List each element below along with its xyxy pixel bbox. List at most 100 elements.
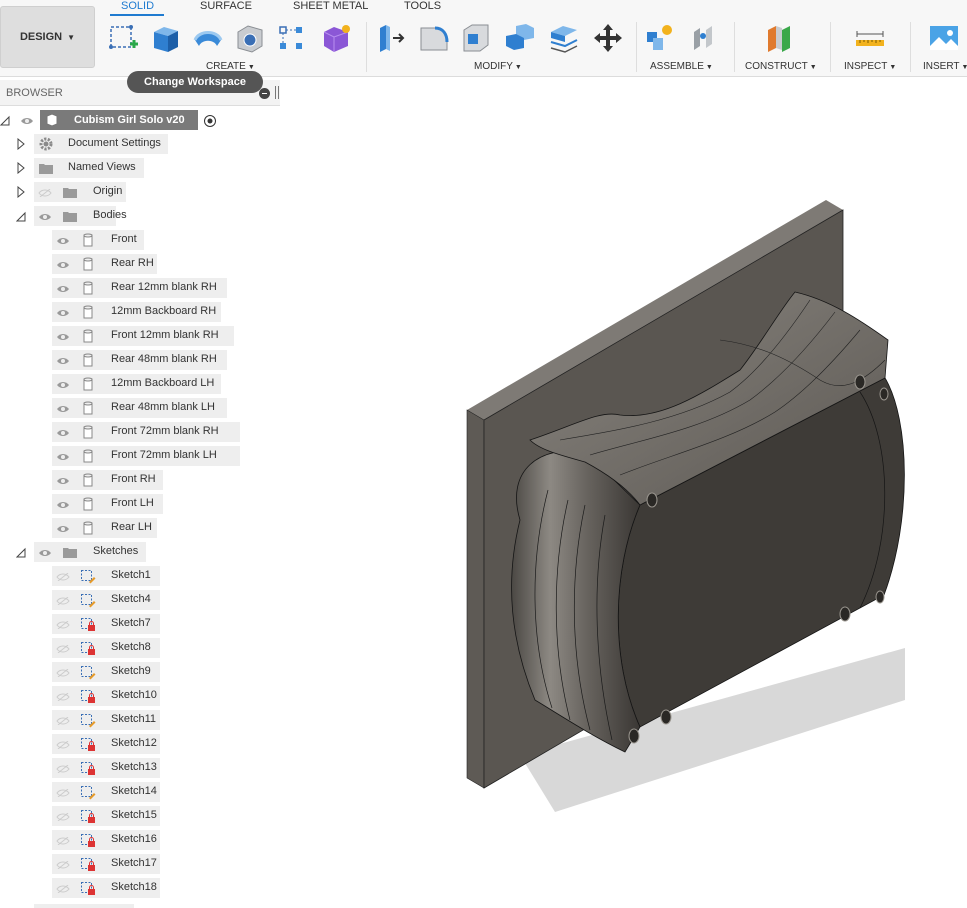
visibility-off-icon[interactable] — [56, 645, 70, 653]
body-name: 12mm Backboard LH — [111, 377, 215, 389]
eye-icon[interactable] — [56, 477, 70, 485]
visibility-off-icon[interactable] — [56, 669, 70, 677]
workspace-switcher-button[interactable]: DESIGN ▼ — [0, 6, 95, 68]
eye-icon[interactable] — [56, 357, 70, 365]
visibility-off-icon[interactable] — [38, 189, 52, 197]
insert-label: INSERT — [923, 61, 960, 72]
divider — [366, 22, 367, 72]
sketch-warning-icon — [81, 642, 95, 655]
sketch-name: Sketch13 — [111, 761, 157, 773]
caret-down-icon: ▼ — [809, 64, 817, 71]
visibility-off-icon[interactable] — [56, 765, 70, 773]
body-name: Front RH — [111, 473, 156, 485]
sketch-warning-icon — [81, 690, 95, 703]
visibility-off-icon[interactable] — [56, 693, 70, 701]
visibility-off-icon[interactable] — [56, 717, 70, 725]
fillet-icon[interactable] — [418, 22, 450, 54]
component-icon — [46, 113, 58, 127]
sketch-icon — [81, 594, 96, 608]
visibility-off-icon[interactable] — [56, 837, 70, 845]
shell-icon[interactable] — [460, 22, 492, 54]
expand-arrow-icon[interactable] — [16, 162, 26, 174]
sketch-warning-icon — [81, 858, 95, 871]
inspect-label: INSPECT — [844, 61, 888, 72]
sketch-name: Sketch15 — [111, 809, 157, 821]
inspect-menu[interactable]: INSPECT ▼ — [844, 61, 896, 72]
new-component-icon[interactable] — [645, 22, 677, 54]
eye-icon[interactable] — [56, 501, 70, 509]
eye-icon[interactable] — [56, 525, 70, 533]
expanded-arrow-icon[interactable] — [0, 114, 10, 126]
eye-icon[interactable] — [56, 333, 70, 341]
caret-down-icon: ▼ — [889, 64, 897, 71]
tab-tools[interactable]: TOOLS — [404, 0, 441, 14]
sketch-warning-icon — [81, 810, 95, 823]
sketch-name: Sketch8 — [111, 641, 151, 653]
eye-icon[interactable] — [56, 381, 70, 389]
tab-solid[interactable]: SOLID — [121, 0, 154, 14]
sketch-name: Sketch4 — [111, 593, 151, 605]
insert-image-icon[interactable] — [928, 22, 960, 54]
eye-icon[interactable] — [56, 285, 70, 293]
visibility-off-icon[interactable] — [56, 573, 70, 581]
visibility-off-icon[interactable] — [56, 597, 70, 605]
create-form-icon[interactable] — [320, 22, 352, 54]
sketch-name: Sketch14 — [111, 785, 157, 797]
folder-icon — [63, 548, 77, 558]
divider — [830, 22, 831, 72]
eye-icon[interactable] — [56, 237, 70, 245]
assemble-menu[interactable]: ASSEMBLE ▼ — [650, 61, 713, 72]
collapse-icon[interactable] — [259, 88, 270, 99]
offset-face-icon[interactable] — [548, 22, 580, 54]
visibility-off-icon[interactable] — [56, 789, 70, 797]
tab-surface[interactable]: SURFACE — [200, 0, 252, 14]
eye-icon[interactable] — [56, 405, 70, 413]
measure-icon[interactable] — [854, 22, 886, 54]
joint-icon[interactable] — [688, 22, 720, 54]
modify-menu[interactable]: MODIFY ▼ — [474, 61, 522, 72]
expanded-arrow-icon[interactable] — [16, 546, 26, 558]
eye-icon[interactable] — [20, 117, 34, 125]
sketch-warning-icon — [81, 762, 95, 775]
hole-icon[interactable] — [234, 22, 266, 54]
body-icon — [83, 401, 93, 415]
body-icon — [83, 521, 93, 535]
eye-icon[interactable] — [56, 309, 70, 317]
extrude-icon[interactable] — [150, 22, 182, 54]
expanded-arrow-icon[interactable] — [16, 210, 26, 222]
eye-icon[interactable] — [56, 429, 70, 437]
eye-icon[interactable] — [56, 261, 70, 269]
assemble-label: ASSEMBLE — [650, 61, 704, 72]
press-pull-icon[interactable] — [376, 22, 408, 54]
offset-plane-icon[interactable] — [764, 22, 796, 54]
create-sketch-icon[interactable] — [108, 22, 140, 54]
sketch-name: Sketch18 — [111, 881, 157, 893]
gear-icon — [39, 137, 53, 151]
activate-radio-icon[interactable] — [203, 114, 217, 128]
visibility-off-icon[interactable] — [56, 621, 70, 629]
3d-viewport[interactable] — [280, 100, 967, 908]
visibility-off-icon[interactable] — [56, 885, 70, 893]
eye-icon[interactable] — [56, 453, 70, 461]
insert-menu[interactable]: INSERT ▼ — [923, 61, 967, 72]
pattern-icon[interactable] — [276, 22, 308, 54]
sketch-icon — [81, 570, 96, 584]
revolve-icon[interactable] — [192, 22, 224, 54]
construct-menu[interactable]: CONSTRUCT ▼ — [745, 61, 817, 72]
pin-icon[interactable] — [275, 86, 279, 99]
combine-icon[interactable] — [504, 22, 536, 54]
body-name: Rear 48mm blank RH — [111, 353, 217, 365]
tree-node-named-views-label: Named Views — [68, 161, 136, 173]
expand-arrow-icon[interactable] — [16, 186, 26, 198]
expand-arrow-icon[interactable] — [16, 138, 26, 150]
move-copy-icon[interactable] — [592, 22, 624, 54]
tab-sheet-metal[interactable]: SHEET METAL — [293, 0, 368, 14]
sketch-name: Sketch17 — [111, 857, 157, 869]
visibility-off-icon[interactable] — [56, 813, 70, 821]
eye-icon[interactable] — [38, 213, 52, 221]
body-icon — [83, 305, 93, 319]
visibility-off-icon[interactable] — [56, 741, 70, 749]
visibility-off-icon[interactable] — [56, 861, 70, 869]
body-name: Front LH — [111, 497, 154, 509]
eye-icon[interactable] — [38, 549, 52, 557]
